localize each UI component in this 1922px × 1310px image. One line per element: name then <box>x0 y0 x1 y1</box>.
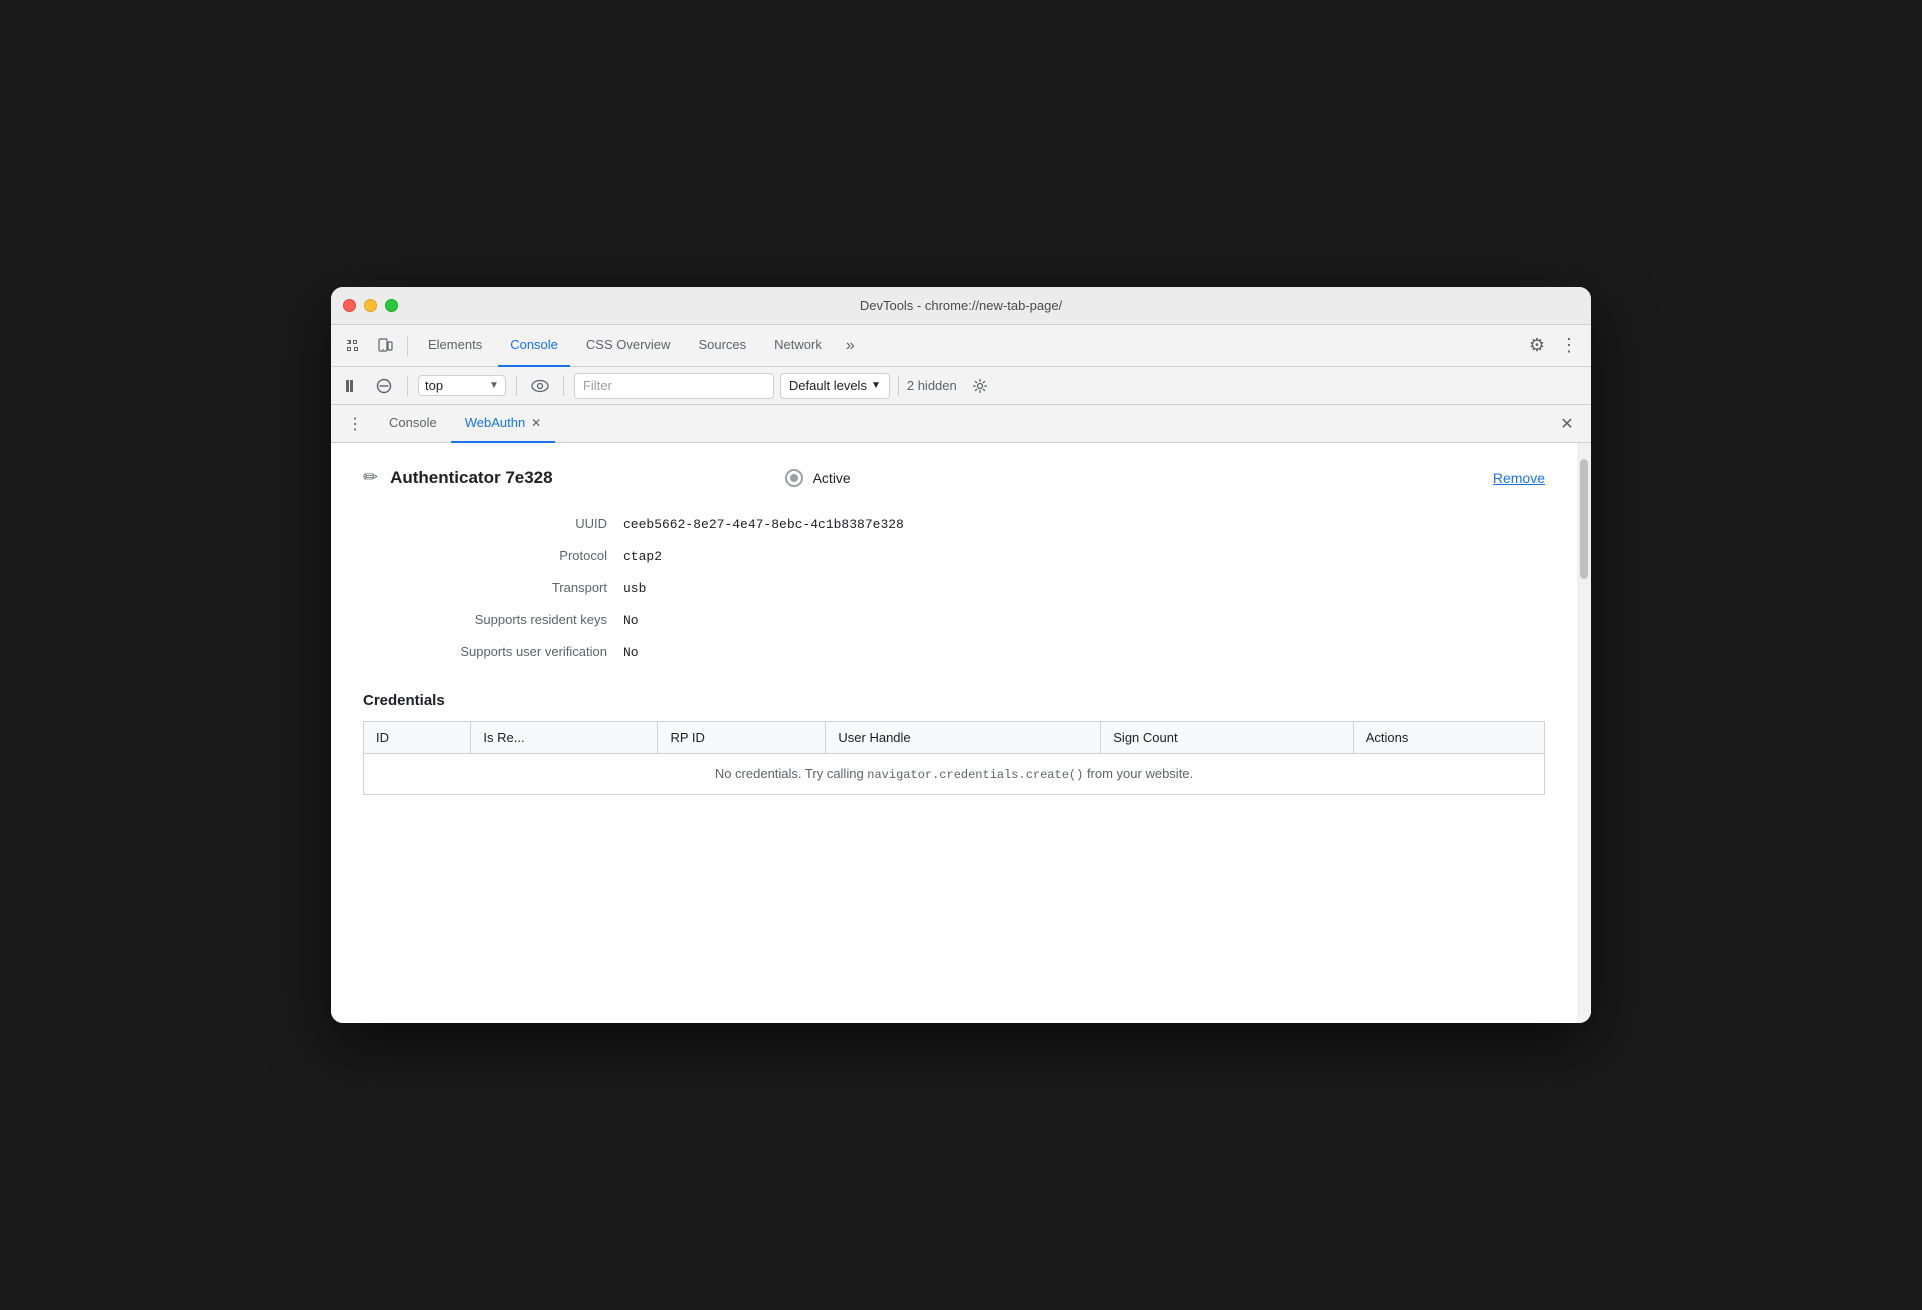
scrollbar-thumb[interactable] <box>1580 459 1588 579</box>
window-title: DevTools - chrome://new-tab-page/ <box>860 298 1062 313</box>
active-container: Active <box>785 469 851 487</box>
eye-icon[interactable] <box>527 373 553 399</box>
no-credentials-row: No credentials. Try calling navigator.cr… <box>364 754 1545 795</box>
devtools-toolbar: Elements Console CSS Overview Sources Ne… <box>331 325 1591 367</box>
content-area: ✏ Authenticator 7e328 Active Remove UUID… <box>331 443 1577 1023</box>
protocol-label: Protocol <box>363 548 623 563</box>
settings-icon[interactable]: ⚙ <box>1523 332 1551 360</box>
user-verification-value: No <box>623 645 639 660</box>
console-toolbar-divider-2 <box>516 376 517 396</box>
context-dropdown-icon: ▼ <box>489 380 499 391</box>
console-toolbar: top ▼ Default levels ▼ 2 hidden <box>331 367 1591 405</box>
tab-sources[interactable]: Sources <box>686 325 758 367</box>
protocol-row: Protocol ctap2 <box>363 548 1545 564</box>
context-selector[interactable]: top ▼ <box>418 375 506 396</box>
levels-dropdown-icon: ▼ <box>871 380 881 391</box>
scrollbar-track[interactable] <box>1577 443 1591 1023</box>
no-credentials-text: No credentials. Try calling navigator.cr… <box>715 766 1193 781</box>
panel-more-icon[interactable]: ⋮ <box>343 412 367 436</box>
hidden-count: 2 hidden <box>907 378 957 393</box>
transport-row: Transport usb <box>363 580 1545 596</box>
tab-network[interactable]: Network <box>762 325 834 367</box>
transport-value: usb <box>623 581 646 596</box>
title-bar: DevTools - chrome://new-tab-page/ <box>331 287 1591 325</box>
console-toolbar-divider-4 <box>898 376 899 396</box>
fullscreen-button[interactable] <box>385 299 398 312</box>
more-tabs-button[interactable]: » <box>838 325 863 367</box>
minimize-button[interactable] <box>364 299 377 312</box>
resident-keys-label: Supports resident keys <box>363 612 623 627</box>
no-credentials-cell: No credentials. Try calling navigator.cr… <box>364 754 1545 795</box>
remove-button[interactable]: Remove <box>1493 470 1545 486</box>
toolbar-divider <box>407 336 408 356</box>
main-content: ✏ Authenticator 7e328 Active Remove UUID… <box>331 443 1591 1023</box>
active-radio[interactable] <box>785 469 803 487</box>
panel-tab-console[interactable]: Console <box>375 405 451 443</box>
filter-input[interactable] <box>574 373 774 399</box>
more-options-icon[interactable]: ⋮ <box>1555 332 1583 360</box>
auth-details: UUID ceeb5662-8e27-4e47-8ebc-4c1b8387e32… <box>363 516 1545 660</box>
authenticator-title: Authenticator 7e328 <box>390 468 553 488</box>
context-value: top <box>425 378 485 393</box>
credentials-table: ID Is Re... RP ID User Handle Sign Count… <box>363 721 1545 795</box>
col-sign-count: Sign Count <box>1101 722 1353 754</box>
tab-css-overview[interactable]: CSS Overview <box>574 325 683 367</box>
col-is-re: Is Re... <box>471 722 658 754</box>
credentials-title: Credentials <box>363 692 1545 709</box>
tab-console[interactable]: Console <box>498 325 570 367</box>
authenticator-header: ✏ Authenticator 7e328 Active Remove <box>363 467 1545 488</box>
console-settings-icon[interactable] <box>967 373 993 399</box>
col-actions: Actions <box>1353 722 1544 754</box>
close-button[interactable] <box>343 299 356 312</box>
col-user-handle: User Handle <box>826 722 1101 754</box>
user-verification-label: Supports user verification <box>363 644 623 659</box>
uuid-value: ceeb5662-8e27-4e47-8ebc-4c1b8387e328 <box>623 517 904 532</box>
credentials-section: Credentials ID Is Re... RP ID User Handl… <box>363 692 1545 795</box>
devtools-window: DevTools - chrome://new-tab-page/ Elemen… <box>331 287 1591 1023</box>
table-header-row: ID Is Re... RP ID User Handle Sign Count… <box>364 722 1545 754</box>
uuid-label: UUID <box>363 516 623 531</box>
resident-keys-value: No <box>623 613 639 628</box>
panel-close-icon[interactable]: ✕ <box>1555 412 1579 436</box>
console-toolbar-divider-3 <box>563 376 564 396</box>
device-icon[interactable] <box>371 332 399 360</box>
traffic-lights <box>343 299 398 312</box>
run-script-icon[interactable] <box>339 373 365 399</box>
panel-tab-webauthn[interactable]: WebAuthn ✕ <box>451 405 556 443</box>
active-label: Active <box>813 470 851 486</box>
radio-inner <box>790 474 798 482</box>
transport-label: Transport <box>363 580 623 595</box>
webauthn-tab-close-icon[interactable]: ✕ <box>531 416 541 430</box>
uuid-row: UUID ceeb5662-8e27-4e47-8ebc-4c1b8387e32… <box>363 516 1545 532</box>
console-toolbar-divider-1 <box>407 376 408 396</box>
user-verification-row: Supports user verification No <box>363 644 1545 660</box>
clear-console-icon[interactable] <box>371 373 397 399</box>
panel-tabs: ⋮ Console WebAuthn ✕ ✕ <box>331 405 1591 443</box>
col-id: ID <box>364 722 471 754</box>
resident-keys-row: Supports resident keys No <box>363 612 1545 628</box>
log-levels-button[interactable]: Default levels ▼ <box>780 373 890 399</box>
col-rp-id: RP ID <box>658 722 826 754</box>
inspector-icon[interactable] <box>339 332 367 360</box>
tab-elements[interactable]: Elements <box>416 325 494 367</box>
protocol-value: ctap2 <box>623 549 662 564</box>
edit-icon[interactable]: ✏ <box>363 467 378 488</box>
